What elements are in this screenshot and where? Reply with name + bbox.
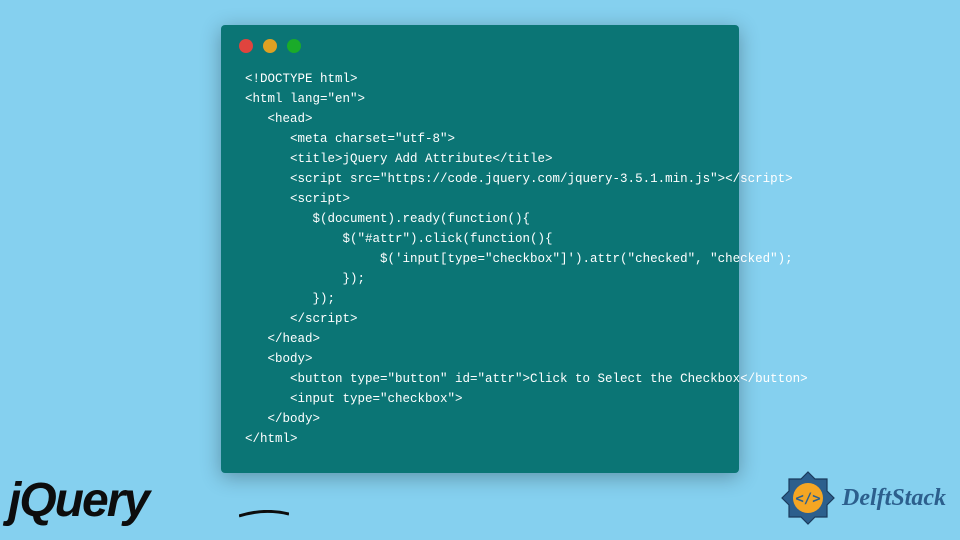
code-line: }); xyxy=(245,292,335,306)
code-line: $('input[type="checkbox"]').attr("checke… xyxy=(245,252,793,266)
jquery-logo: jQuery xyxy=(8,473,148,528)
code-line: }); xyxy=(245,272,365,286)
code-line: </html> xyxy=(245,432,298,446)
minimize-icon xyxy=(263,39,277,53)
code-line: $("#attr").click(function(){ xyxy=(245,232,553,246)
code-line: <body> xyxy=(245,352,313,366)
code-line: <input type="checkbox"> xyxy=(245,392,463,406)
code-block: <!DOCTYPE html> <html lang="en"> <head> … xyxy=(221,63,739,473)
delftstack-logo: </> DelftStack xyxy=(780,470,946,526)
code-line: <meta charset="utf-8"> xyxy=(245,132,455,146)
close-icon xyxy=(239,39,253,53)
code-line: <button type="button" id="attr">Click to… xyxy=(245,372,808,386)
svg-text:</>: </> xyxy=(795,491,820,507)
code-line: </head> xyxy=(245,332,320,346)
jquery-logo-text: jQuery xyxy=(8,474,148,527)
jquery-swoosh-icon xyxy=(239,510,289,518)
code-line: <title>jQuery Add Attribute</title> xyxy=(245,152,553,166)
code-window: <!DOCTYPE html> <html lang="en"> <head> … xyxy=(221,25,739,473)
delftstack-text: DelftStack xyxy=(842,485,946,512)
code-line: <head> xyxy=(245,112,313,126)
code-line: <script> xyxy=(245,192,350,206)
code-line: <html lang="en"> xyxy=(245,92,365,106)
code-line: <!DOCTYPE html> xyxy=(245,72,358,86)
code-line: $(document).ready(function(){ xyxy=(245,212,530,226)
code-line: </script> xyxy=(245,312,358,326)
delftstack-icon: </> xyxy=(780,470,836,526)
code-line: </body> xyxy=(245,412,320,426)
code-line: <script src="https://code.jquery.com/jqu… xyxy=(245,172,793,186)
maximize-icon xyxy=(287,39,301,53)
window-controls xyxy=(221,25,739,63)
